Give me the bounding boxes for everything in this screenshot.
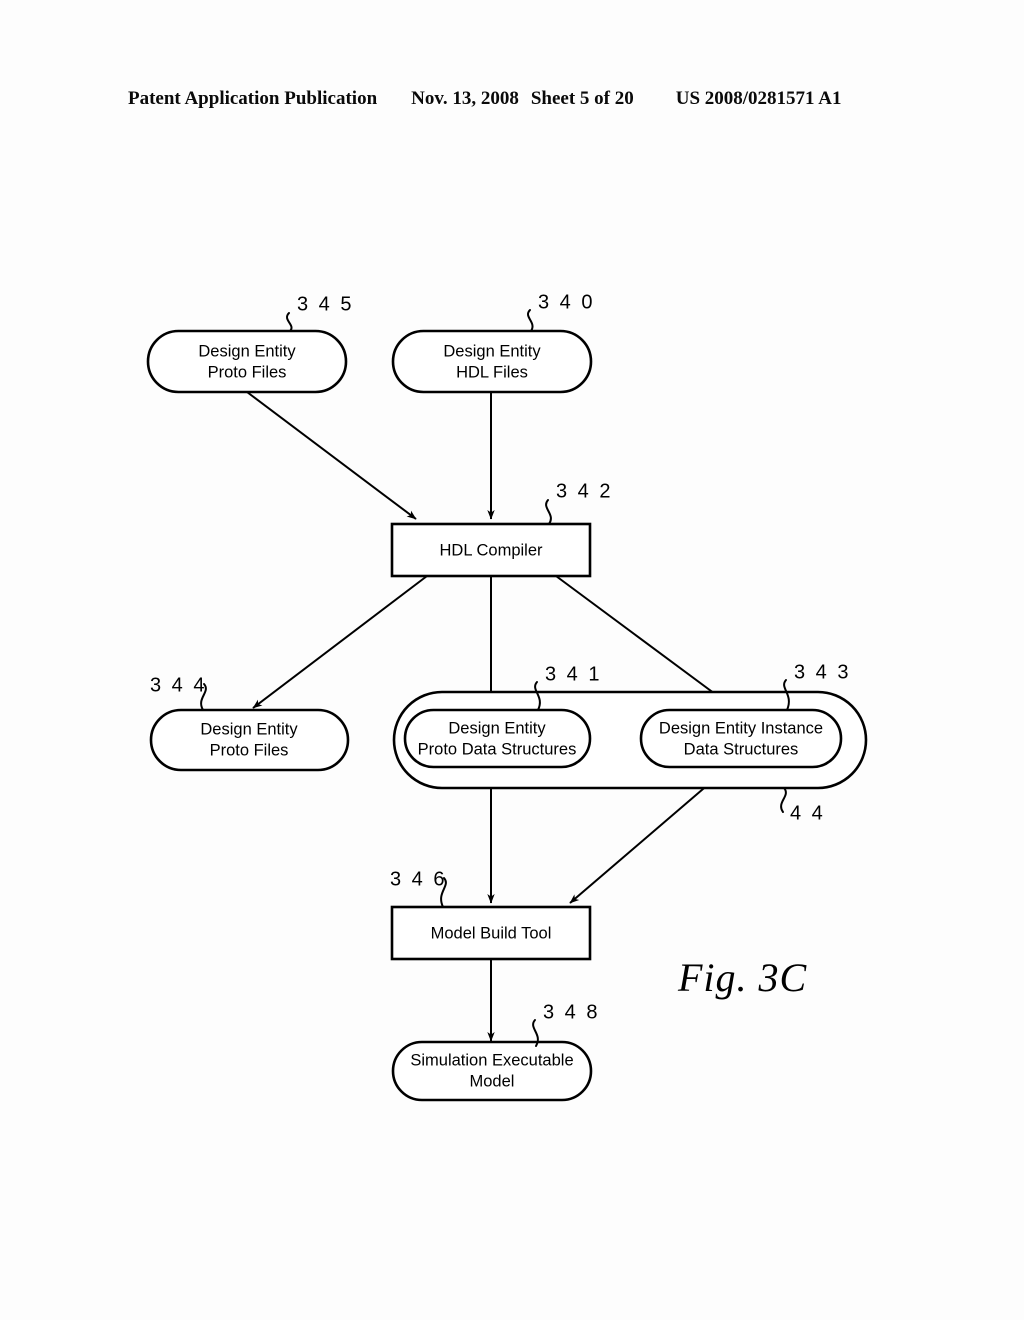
node-model-build-tool[interactable]: Model Build Tool	[390, 905, 592, 961]
reference-numeral-346: 3 4 6	[390, 868, 447, 908]
reference-numeral-342-text: 3 4 2	[556, 480, 613, 502]
node-hdl-compiler[interactable]: HDL Compiler	[390, 522, 592, 578]
node-design-entity-proto-files-top[interactable]: Design Entity Proto Files	[146, 329, 348, 394]
edge-hdl-compiler-to-instance-data-structures	[555, 575, 735, 709]
node-design-entity-proto-files-bottom[interactable]: Design Entity Proto Files	[149, 708, 350, 772]
node-label-proto-files-bottom-line1: Design Entity	[200, 720, 298, 738]
node-label-instance-data-structures-line2: Data Structures	[684, 740, 799, 758]
reference-numeral-345-text: 3 4 5	[297, 293, 354, 315]
reference-numeral-346-text: 3 4 6	[390, 868, 447, 890]
node-design-entity-proto-data-structures[interactable]: Design Entity Proto Data Structures	[403, 708, 592, 769]
figure-3c-diagram: Design Entity Proto Files Design Entity …	[146, 291, 868, 1102]
node-label-hdl-compiler: HDL Compiler	[440, 541, 544, 559]
patent-page: Patent Application Publication Nov. 13, …	[0, 0, 1024, 1320]
node-label-hdl-files-line2: HDL Files	[456, 363, 528, 381]
node-label-model-build-tool: Model Build Tool	[431, 924, 552, 942]
node-design-entity-hdl-files[interactable]: Design Entity HDL Files	[391, 329, 593, 394]
reference-numeral-348: 3 4 8	[532, 1001, 600, 1047]
node-label-proto-data-structures-line1: Design Entity	[448, 719, 546, 737]
reference-numeral-343-text: 3 4 3	[794, 661, 851, 683]
node-label-proto-files-top-line1: Design Entity	[198, 342, 296, 360]
node-label-proto-files-bottom-line2: Proto Files	[210, 741, 289, 759]
reference-numeral-344-text: 3 4 4	[150, 674, 207, 696]
reference-numeral-340-text: 3 4 0	[538, 291, 595, 313]
reference-numeral-341-text: 3 4 1	[545, 663, 602, 685]
edge-proto-files-to-hdl-compiler	[246, 391, 417, 520]
node-label-simulation-model-line1: Simulation Executable	[410, 1051, 573, 1069]
edge-hdl-compiler-to-proto-files	[252, 575, 428, 709]
node-simulation-executable-model[interactable]: Simulation Executable Model	[391, 1040, 593, 1102]
node-label-instance-data-structures-line1: Design Entity Instance	[659, 719, 823, 737]
node-label-simulation-model-line2: Model	[470, 1072, 515, 1090]
node-label-proto-files-top-line2: Proto Files	[208, 363, 287, 381]
figure-caption: Fig. 3C	[677, 955, 808, 1000]
node-design-entity-instance-data-structures[interactable]: Design Entity Instance Data Structures	[639, 708, 843, 769]
node-label-proto-data-structures-line2: Proto Data Structures	[418, 740, 577, 758]
reference-numeral-344: 3 4 4	[150, 674, 207, 711]
reference-numeral-342: 3 4 2	[545, 480, 613, 525]
node-label-hdl-files-line1: Design Entity	[443, 342, 541, 360]
reference-numeral-44-text: 4 4	[790, 802, 825, 824]
reference-numeral-44: 4 4	[780, 787, 825, 824]
reference-numeral-345: 3 4 5	[286, 293, 354, 332]
reference-numeral-348-text: 3 4 8	[543, 1001, 600, 1023]
reference-numeral-340: 3 4 0	[527, 291, 595, 332]
